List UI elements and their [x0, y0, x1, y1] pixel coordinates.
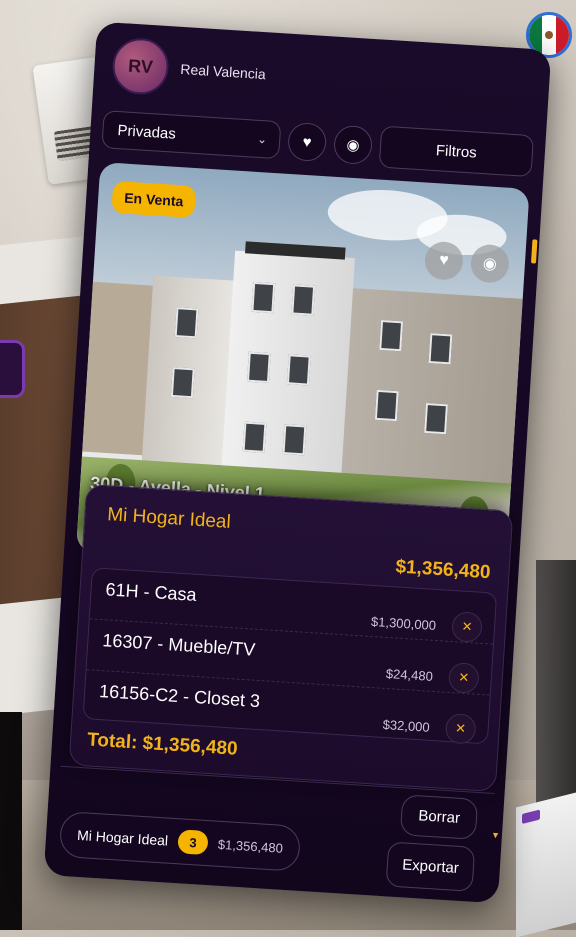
background-laptop	[516, 792, 576, 937]
cart-item-name: 16156-C2 - Closet 3	[98, 681, 261, 712]
clear-cart-button[interactable]: Borrar	[400, 794, 479, 840]
eye-icon: ◉	[345, 136, 361, 155]
favorites-filter-button[interactable]: ♥	[286, 121, 328, 163]
cart-list: 61H - Casa $1,300,000 ✕ 16307 - Mueble/T…	[82, 567, 498, 745]
heart-icon: ♥	[438, 251, 450, 270]
close-icon: ✕	[461, 618, 473, 635]
cart-summary-amount: $1,356,480	[217, 836, 284, 856]
status-badge: En Venta	[111, 180, 197, 219]
remove-item-button[interactable]: ✕	[451, 611, 483, 643]
view-toggle-button[interactable]: ◉	[332, 124, 374, 166]
background-partial-widget	[0, 340, 25, 398]
app-panel: RV Real Valencia Privadas ⌄ ♥ ◉ Filtros	[43, 21, 552, 904]
cart-amount: $1,356,480	[394, 556, 492, 584]
scrollbar-thumb[interactable]	[530, 239, 538, 264]
scroll-down-icon[interactable]: ▼	[491, 830, 501, 841]
heart-icon: ♥	[302, 133, 313, 151]
cart-count-badge: 3	[177, 829, 209, 856]
avatar[interactable]: RV	[110, 36, 171, 97]
close-icon: ✕	[457, 669, 470, 686]
export-button[interactable]: Exportar	[385, 841, 476, 892]
cart-item-name: 61H - Casa	[105, 579, 198, 605]
view-button[interactable]: ◉	[469, 243, 511, 284]
cart-item-name: 16307 - Mueble/TV	[101, 630, 256, 660]
category-select[interactable]: Privadas ⌄	[101, 110, 282, 160]
category-select-value: Privadas	[116, 121, 177, 143]
cart-summary-name: Mi Hogar Ideal	[76, 826, 169, 849]
cart-total: Total: $1,356,480	[86, 729, 239, 760]
cart-item-price: $1,300,000	[370, 613, 437, 634]
filters-button[interactable]: Filtros	[378, 125, 535, 178]
eye-icon: ◉	[482, 255, 498, 274]
cart-title: Mi Hogar Ideal	[106, 504, 232, 533]
remove-item-button[interactable]: ✕	[447, 661, 480, 694]
header: RV Real Valencia	[110, 36, 268, 103]
background-black-panel	[0, 712, 22, 930]
remove-item-button[interactable]: ✕	[444, 712, 477, 745]
chevron-down-icon: ⌄	[256, 131, 268, 147]
cart-summary-pill[interactable]: Mi Hogar Ideal 3 $1,356,480	[58, 810, 302, 872]
brand-name: Real Valencia	[179, 60, 267, 83]
close-icon: ✕	[454, 720, 467, 737]
cart-item-price: $32,000	[382, 716, 431, 735]
background-right-panel	[536, 560, 576, 820]
cart-item-price: $24,480	[385, 665, 434, 684]
cart-card: Mi Hogar Ideal $1,356,480 61H - Casa $1,…	[68, 483, 514, 793]
